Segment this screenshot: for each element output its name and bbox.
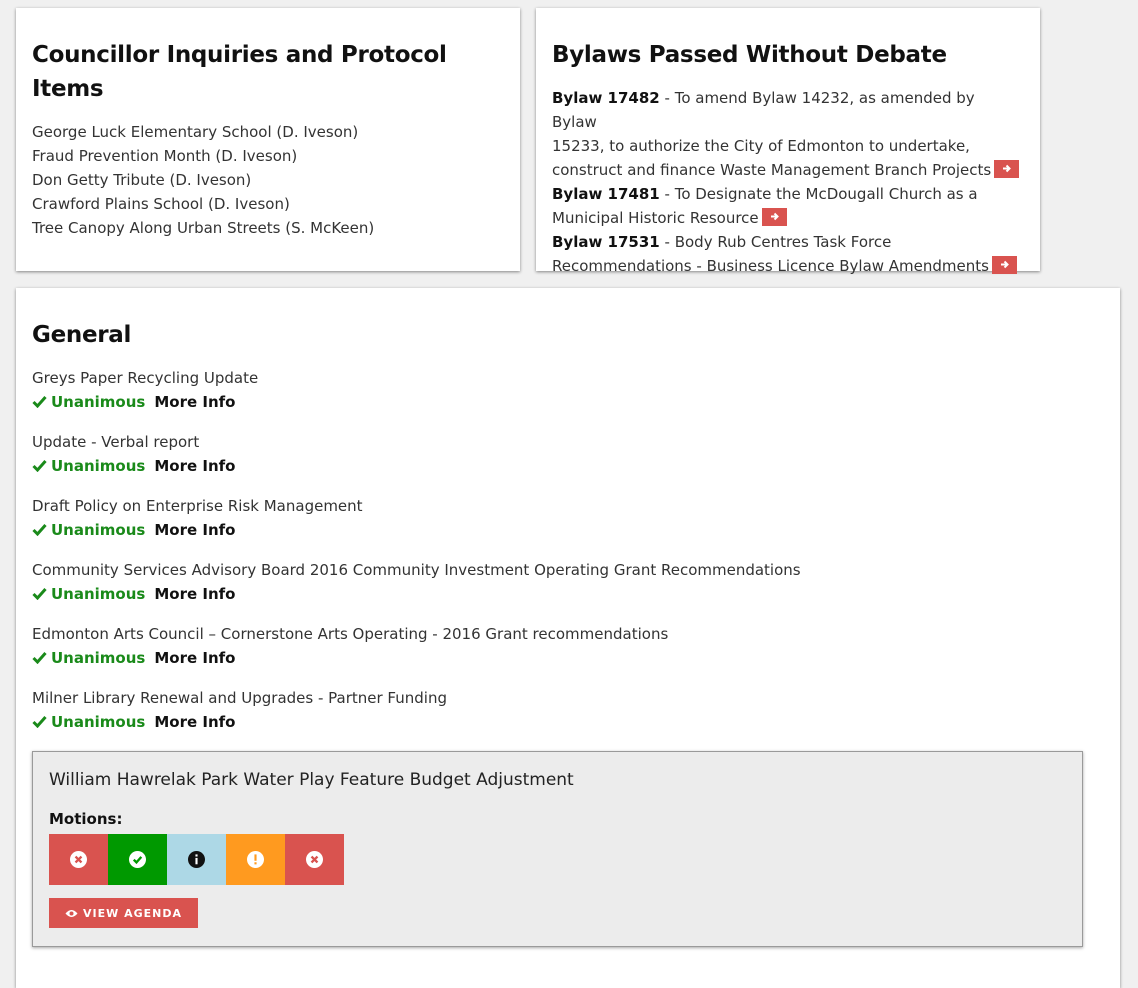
bylaw-text: 15233, to authorize the City of Edmonton… (552, 137, 970, 155)
x-circle-icon (70, 851, 87, 868)
general-title: General (32, 322, 132, 348)
check-icon (32, 524, 47, 537)
general-item: Draft Policy on Enterprise Risk Manageme… (32, 494, 1104, 542)
motion-tile-warning[interactable] (226, 834, 285, 885)
bylaws-title: Bylaws Passed Without Debate (552, 42, 947, 68)
general-item-title: Update - Verbal report (32, 433, 200, 451)
exclamation-circle-icon (247, 851, 264, 868)
motion-tile-defeated[interactable] (49, 834, 108, 885)
arrow-right-icon (770, 212, 779, 221)
bylaw-link-button[interactable] (991, 256, 1017, 274)
motion-tile-info[interactable] (167, 834, 226, 885)
motion-title: William Hawrelak Park Water Play Feature… (49, 770, 574, 790)
inquiry-item: Fraud Prevention Month (D. Iveson) (32, 147, 298, 165)
view-agenda-button[interactable]: VIEW AGENDA (49, 898, 198, 928)
check-circle-icon (129, 851, 146, 868)
more-info-link[interactable]: More Info (154, 649, 235, 667)
motion-tile-defeated[interactable] (285, 834, 344, 885)
check-icon (32, 396, 47, 409)
check-icon (32, 588, 47, 601)
more-info-link[interactable]: More Info (154, 457, 235, 475)
general-item-title: Milner Library Renewal and Upgrades - Pa… (32, 689, 447, 707)
more-info-link[interactable]: More Info (154, 585, 235, 603)
status-unanimous: Unanimous (32, 521, 145, 539)
view-agenda-label: VIEW AGENDA (83, 906, 182, 920)
arrow-right-icon (1000, 260, 1009, 269)
info-circle-icon (188, 851, 205, 868)
more-info-link[interactable]: More Info (154, 521, 235, 539)
inquiries-card: Councillor Inquiries and Protocol Items … (16, 8, 520, 271)
motions-label: Motions: (49, 810, 123, 828)
check-icon (32, 652, 47, 665)
more-info-link[interactable]: More Info (154, 713, 235, 731)
general-item: Greys Paper Recycling Update Unanimous Mo… (32, 366, 1104, 414)
status-unanimous: Unanimous (32, 393, 145, 411)
inquiry-item: Tree Canopy Along Urban Streets (S. McKe… (32, 219, 375, 237)
inquiries-title: Councillor Inquiries and Protocol Items (32, 42, 447, 102)
bylaws-card: Bylaws Passed Without Debate Bylaw 17482… (536, 8, 1040, 275)
bylaw-link-button[interactable] (761, 208, 787, 226)
general-item: Community Services Advisory Board 2016 C… (32, 558, 1104, 606)
bylaw-number: Bylaw 17531 (552, 233, 660, 251)
status-unanimous: Unanimous (32, 649, 145, 667)
general-card: General Greys Paper Recycling Update Una… (16, 288, 1120, 988)
general-item: Milner Library Renewal and Upgrades - Pa… (32, 686, 1104, 734)
status-unanimous: Unanimous (32, 713, 145, 731)
general-item-title: Community Services Advisory Board 2016 C… (32, 561, 801, 579)
status-unanimous: Unanimous (32, 457, 145, 475)
bylaw-text: construct and finance Waste Management B… (552, 161, 992, 179)
eye-icon (65, 909, 78, 917)
motion-tile-carried[interactable] (108, 834, 167, 885)
general-item: Edmonton Arts Council – Cornerstone Arts… (32, 622, 1104, 670)
inquiry-item: Don Getty Tribute (D. Iveson) (32, 171, 252, 189)
status-unanimous: Unanimous (32, 585, 145, 603)
motion-panel: William Hawrelak Park Water Play Feature… (32, 751, 1083, 947)
bylaw-text: Recommendations - Business Licence Bylaw… (552, 257, 989, 275)
general-item-title: Draft Policy on Enterprise Risk Manageme… (32, 497, 363, 515)
arrow-right-icon (1003, 164, 1012, 173)
bylaw-number: Bylaw 17482 (552, 89, 660, 107)
inquiry-item: George Luck Elementary School (D. Iveson… (32, 123, 359, 141)
bylaw-entry: Bylaw 17531 - Body Rub Centres Task Forc… (552, 230, 1024, 278)
general-item-title: Edmonton Arts Council – Cornerstone Arts… (32, 625, 669, 643)
general-item-title: Greys Paper Recycling Update (32, 369, 259, 387)
bylaw-number: Bylaw 17481 (552, 185, 660, 203)
x-circle-icon (306, 851, 323, 868)
check-icon (32, 460, 47, 473)
bylaw-text: - To Designate the McDougall Church as a (659, 185, 978, 203)
more-info-link[interactable]: More Info (154, 393, 235, 411)
general-item: Update - Verbal report Unanimous More Inf… (32, 430, 1104, 478)
check-icon (32, 716, 47, 729)
bylaw-text: Municipal Historic Resource (552, 209, 759, 227)
motion-tiles (49, 834, 1066, 885)
bylaw-link-button[interactable] (994, 160, 1020, 178)
bylaw-entry: Bylaw 17482 - To amend Bylaw 14232, as a… (552, 86, 1024, 182)
bylaw-text: - Body Rub Centres Task Force (659, 233, 892, 251)
inquiry-item: Crawford Plains School (D. Iveson) (32, 195, 290, 213)
bylaw-entry: Bylaw 17481 - To Designate the McDougall… (552, 182, 1024, 230)
